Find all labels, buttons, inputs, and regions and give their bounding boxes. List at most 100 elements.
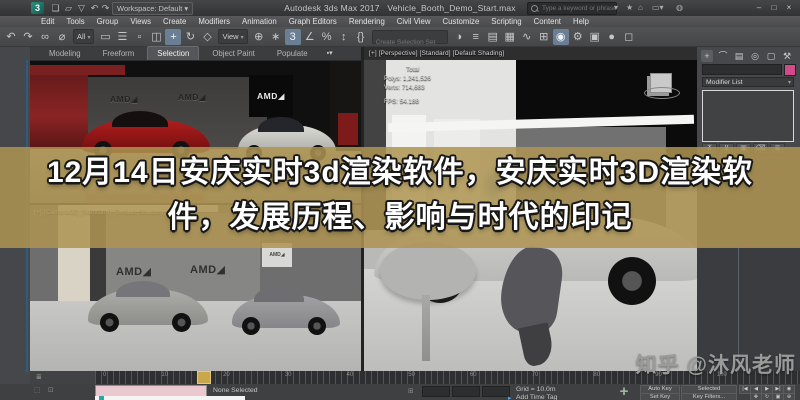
time-slider[interactable] (197, 371, 211, 384)
ribbon-tab[interactable]: Freeform (94, 47, 144, 60)
spinner-snap-icon[interactable]: ↕ (336, 29, 352, 45)
ribbon-tab[interactable]: Populate (268, 47, 317, 60)
use-pivot-center-icon[interactable]: ⊕ (251, 29, 267, 45)
object-color-swatch[interactable] (784, 64, 796, 76)
select-and-rotate-icon[interactable]: ↻ (182, 29, 198, 45)
object-name-field[interactable] (702, 64, 782, 75)
favorites-icon[interactable]: ★ (626, 3, 633, 13)
set-key-button[interactable]: Set Key (640, 393, 680, 400)
help-search-box[interactable] (527, 2, 617, 15)
mirror-icon[interactable]: ◑ (451, 29, 467, 45)
menu-item[interactable]: Scripting (486, 16, 526, 27)
utilities-tab-icon[interactable]: ⚒ (781, 50, 793, 62)
open-file-icon[interactable]: ▱ (63, 3, 74, 14)
menu-item[interactable]: Customize (437, 16, 484, 27)
menu-item[interactable]: Graph Editors (284, 16, 342, 27)
coordinate-field-y[interactable] (452, 386, 480, 397)
menu-item[interactable]: Content (529, 16, 566, 27)
menu-item[interactable]: Views (125, 16, 156, 27)
viewcube-ring[interactable] (644, 87, 680, 99)
select-by-name-icon[interactable]: ☰ (114, 29, 130, 45)
absolute-mode-icon[interactable]: ⊡ (48, 386, 54, 394)
ribbon-toggle-icon[interactable]: ▦ (502, 29, 518, 45)
schematic-view-icon[interactable]: ⊞ (536, 29, 552, 45)
menu-item[interactable]: Tools (61, 16, 89, 27)
timeline-grip[interactable]: ≣ (30, 371, 95, 384)
render-icon[interactable]: ● (604, 29, 620, 45)
align-icon[interactable]: ≡ (468, 29, 484, 45)
home-icon[interactable]: ⌂ (638, 3, 643, 13)
menu-item[interactable]: Create (158, 16, 191, 27)
menu-item[interactable]: Edit (36, 16, 59, 27)
showroom-red-wall (30, 65, 88, 151)
maxscript-listener-line[interactable] (95, 396, 245, 400)
modifier-list-dropdown[interactable]: Modifier List ▾ (702, 77, 794, 87)
render-setup-icon[interactable]: ⚙ (570, 29, 586, 45)
save-file-icon[interactable]: ▽ (76, 3, 87, 14)
display-tab-icon[interactable]: ▢ (765, 50, 777, 62)
menu-item[interactable]: Animation (237, 16, 282, 27)
showroom-red-counter (338, 113, 358, 145)
new-file-icon[interactable]: ❏ (50, 3, 61, 14)
help-icon[interactable]: ◍ (676, 3, 683, 13)
workspace-dropdown[interactable]: Workspace: Default ▾ (112, 2, 193, 15)
viewcube[interactable] (646, 67, 676, 97)
coordinate-field-z[interactable] (482, 386, 510, 397)
menu-item[interactable]: Modifiers (193, 16, 235, 27)
selection-filter-dropdown[interactable]: All ▾ (73, 29, 94, 44)
window-crossing-icon[interactable]: ◫ (148, 29, 164, 45)
create-tab-icon[interactable]: + (701, 50, 713, 62)
pan-view-icon[interactable]: + (612, 384, 636, 400)
menu-item[interactable]: Rendering (344, 16, 390, 27)
sign-in-dropdown[interactable]: ▭▾ (652, 3, 664, 13)
undo-icon[interactable]: ↶ (3, 29, 19, 45)
hierarchy-tab-icon[interactable]: ▤ (733, 50, 745, 62)
search-input[interactable] (540, 4, 632, 13)
coordinate-field-x[interactable] (422, 386, 450, 397)
ribbon-tab[interactable]: Selection (147, 46, 199, 60)
rectangular-selection-icon[interactable]: ▫ (131, 29, 147, 45)
percent-snap-icon[interactable]: % (319, 29, 335, 45)
select-and-move-icon[interactable]: + (165, 29, 181, 45)
layer-explorer-icon[interactable]: ▤ (485, 29, 501, 45)
menu-item[interactable]: Civil View (392, 16, 436, 27)
search-options-icon[interactable]: ▾ (614, 3, 618, 13)
rendered-frame-icon[interactable]: ▣ (587, 29, 603, 45)
zoom-icon[interactable]: ⊕ (783, 393, 795, 400)
ribbon-collapse-icon[interactable]: ▪▾ (327, 49, 333, 60)
add-time-tag[interactable]: Add Time Tag (516, 394, 557, 400)
named-selection-sets-field[interactable] (372, 30, 448, 44)
select-and-scale-icon[interactable]: ◇ (199, 29, 215, 45)
menu-item[interactable]: Group (92, 16, 124, 27)
minimize-button[interactable]: – (752, 2, 766, 13)
maximize-button[interactable]: □ (767, 2, 781, 13)
redo-icon[interactable]: ↷ (20, 29, 36, 45)
transform-lock-icon[interactable]: ⊞ (408, 387, 414, 395)
close-button[interactable]: × (782, 2, 796, 13)
ribbon-tab[interactable]: Object Paint (203, 47, 263, 60)
open-in-viewport-icon[interactable]: ◻ (621, 29, 637, 45)
undo-quick-icon[interactable]: ↶ (89, 3, 100, 14)
select-and-link-icon[interactable]: ∞ (37, 29, 53, 45)
ribbon-tab[interactable]: Modeling (40, 47, 90, 60)
named-selection-sets-icon[interactable]: {} (353, 29, 369, 45)
showroom-red-beam (30, 65, 125, 75)
unlink-selection-icon[interactable]: ⌀ (54, 29, 70, 45)
material-editor-icon[interactable]: ◉ (553, 29, 569, 45)
menu-item[interactable]: Help (568, 16, 594, 27)
angle-snap-icon[interactable]: ∠ (302, 29, 318, 45)
modify-tab-icon[interactable]: ⌒ (717, 50, 729, 62)
app-logo-icon[interactable]: 3 (31, 2, 44, 14)
snaps-toggle-icon[interactable]: 3 (285, 29, 301, 45)
selection-lock-icon[interactable]: ⬚ (34, 386, 40, 394)
select-and-manipulate-icon[interactable]: ∗ (268, 29, 284, 45)
select-object-icon[interactable]: ▭ (97, 29, 113, 45)
key-filters-button[interactable]: Key Filters... (681, 393, 737, 400)
motion-tab-icon[interactable]: ◎ (749, 50, 761, 62)
curve-editor-icon[interactable]: ∿ (519, 29, 535, 45)
redo-quick-icon[interactable]: ↷ (100, 3, 111, 14)
round-table (380, 242, 476, 300)
coordinate-system-dropdown[interactable]: View ▾ (218, 29, 247, 44)
modifier-stack[interactable] (702, 90, 794, 142)
viewport-label[interactable]: [+] [Perspective] [Standard] [Default Sh… (369, 50, 504, 57)
